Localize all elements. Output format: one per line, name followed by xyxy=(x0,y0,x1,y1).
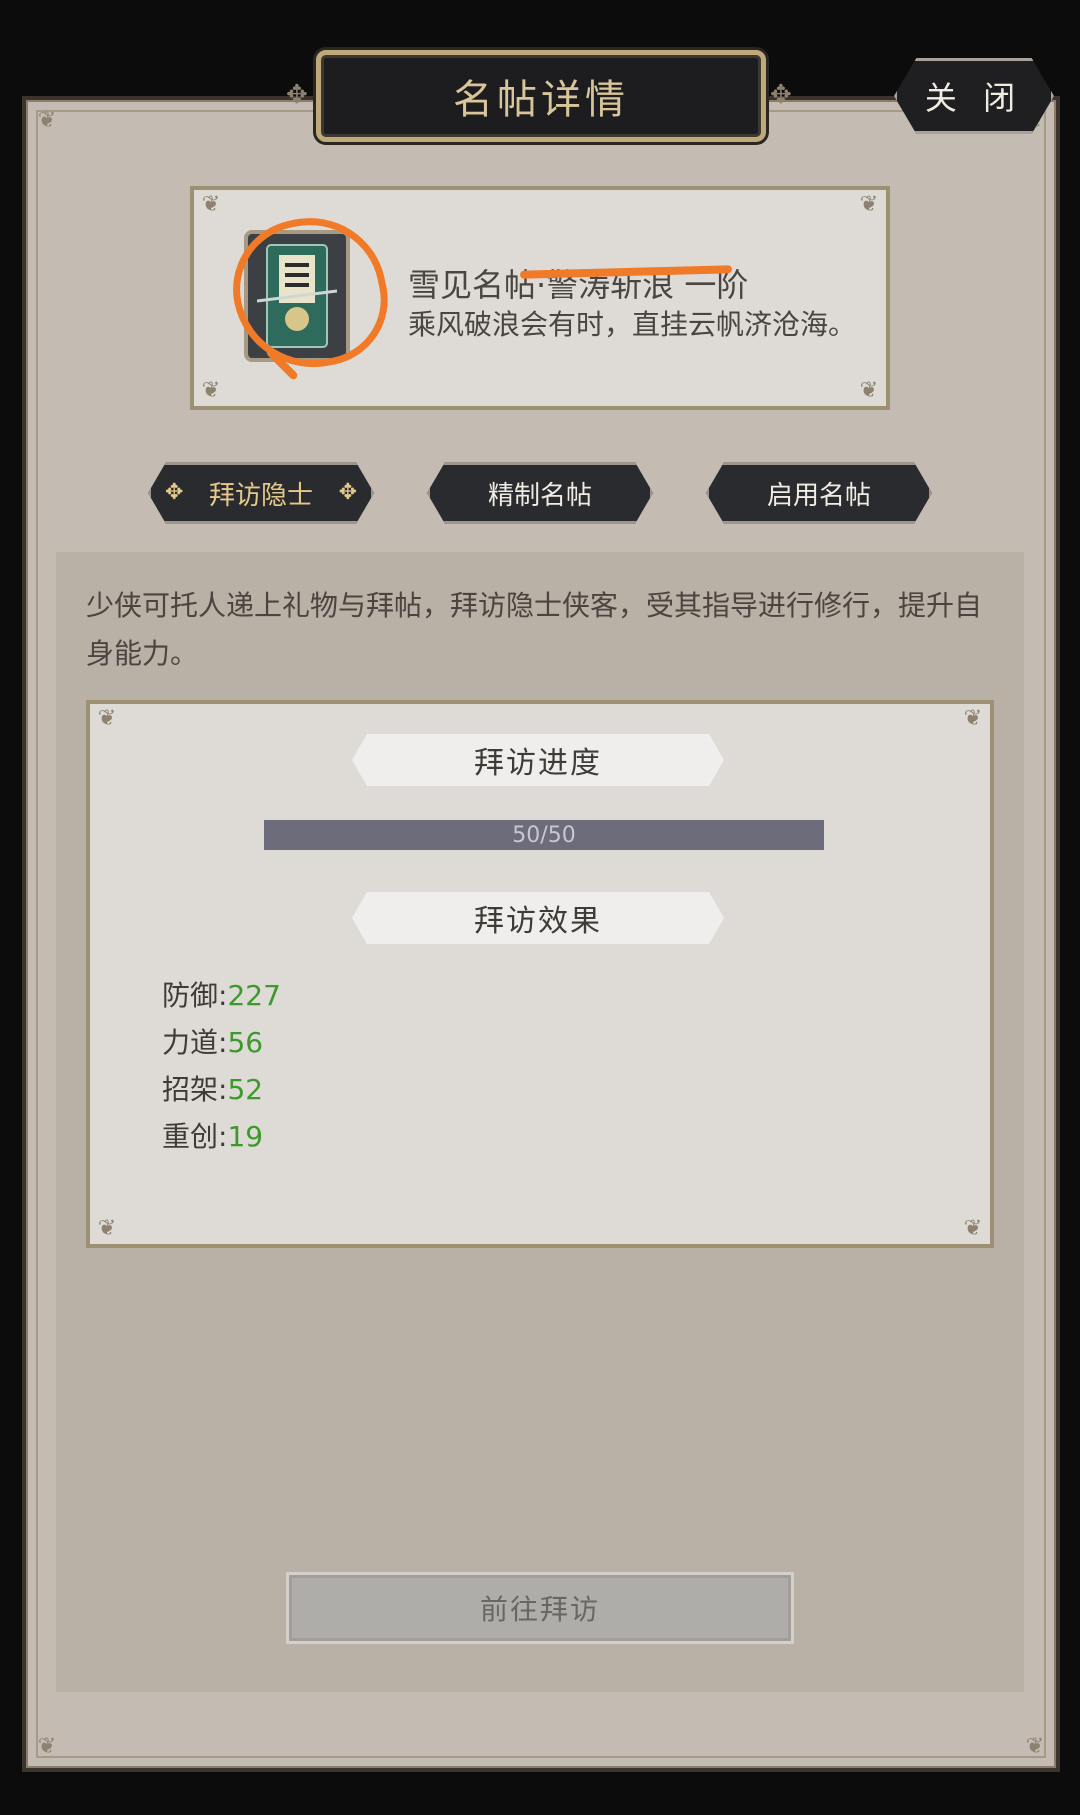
stat-row: 招架:52 xyxy=(162,1066,281,1113)
effect-section-title: 拜访效果 xyxy=(474,904,602,939)
stat-row: 力道:56 xyxy=(162,1019,281,1066)
stat-label: 力道: xyxy=(162,1026,228,1059)
progress-section-title: 拜访进度 xyxy=(474,746,602,781)
title-ornament-icon: ✥ xyxy=(286,80,308,110)
close-button-label: 关 闭 xyxy=(924,79,1024,117)
stat-row: 防御:227 xyxy=(162,972,281,1019)
corner-ornament-icon: ❦ xyxy=(963,1216,983,1241)
tab-label: 启用名帖 xyxy=(766,480,871,511)
stat-row: 重创:19 xyxy=(162,1113,281,1160)
tab-ornament-icon: ✥ xyxy=(165,480,184,505)
corner-ornament-icon: ❦ xyxy=(97,1216,117,1241)
stats-list: 防御:227 力道:56 招架:52 重创:19 xyxy=(162,972,281,1160)
tab-ornament-icon: ✥ xyxy=(338,480,357,505)
corner-ornament-icon: ❦ xyxy=(963,706,983,731)
stat-value: 52 xyxy=(227,1073,264,1106)
effect-section-header: 拜访效果 xyxy=(352,892,724,944)
card-description: 乘风破浪会有时，直挂云帆济沧海。 xyxy=(408,308,857,341)
content-area: 少侠可托人递上礼物与拜帖，拜访隐士侠客，受其指导进行修行，提升自身能力。 ❦ ❦… xyxy=(56,552,1024,1692)
title-ornament-icon: ✥ xyxy=(770,80,792,110)
corner-ornament-icon: ❦ xyxy=(97,706,117,731)
tab-label: 精制名帖 xyxy=(487,480,592,511)
stat-value: 56 xyxy=(227,1026,264,1059)
corner-ornament-icon: ❦ xyxy=(201,192,221,217)
progress-section-header: 拜访进度 xyxy=(352,734,724,786)
tab-refine-card[interactable]: 精制名帖 xyxy=(427,462,653,524)
page-title: 名帖详情 xyxy=(453,77,629,123)
tab-visit-hermit[interactable]: ✥ 拜访隐士 ✥ xyxy=(148,462,374,524)
progress-text: 50/50 xyxy=(512,822,576,848)
visit-progress-bar: 50/50 xyxy=(264,820,824,850)
stat-label: 重创: xyxy=(162,1120,228,1153)
tab-enable-card[interactable]: 启用名帖 xyxy=(706,462,932,524)
stat-value: 227 xyxy=(227,979,281,1012)
corner-ornament-icon: ❦ xyxy=(37,1734,57,1759)
go-visit-button[interactable]: 前往拜访 xyxy=(286,1572,794,1644)
close-button[interactable]: 关 闭 xyxy=(894,58,1054,134)
corner-ornament-icon: ❦ xyxy=(37,108,57,133)
corner-ornament-icon: ❦ xyxy=(859,378,879,403)
tab-label: 拜访隐士 xyxy=(208,480,313,511)
go-visit-button-label: 前往拜访 xyxy=(479,1593,600,1626)
stat-label: 防御: xyxy=(162,979,228,1012)
corner-ornament-icon: ❦ xyxy=(859,192,879,217)
corner-ornament-icon: ❦ xyxy=(1025,1734,1045,1759)
title-plate: 名帖详情 xyxy=(316,50,766,142)
corner-ornament-icon: ❦ xyxy=(201,378,221,403)
visit-info-box: ❦ ❦ ❦ ❦ 拜访进度 50/50 拜访效果 防御:227 力道:56 招架:… xyxy=(86,700,994,1248)
intro-text: 少侠可托人递上礼物与拜帖，拜访隐士侠客，受其指导进行修行，提升自身能力。 xyxy=(86,589,983,670)
stat-label: 招架: xyxy=(162,1073,228,1106)
stat-value: 19 xyxy=(227,1120,264,1153)
